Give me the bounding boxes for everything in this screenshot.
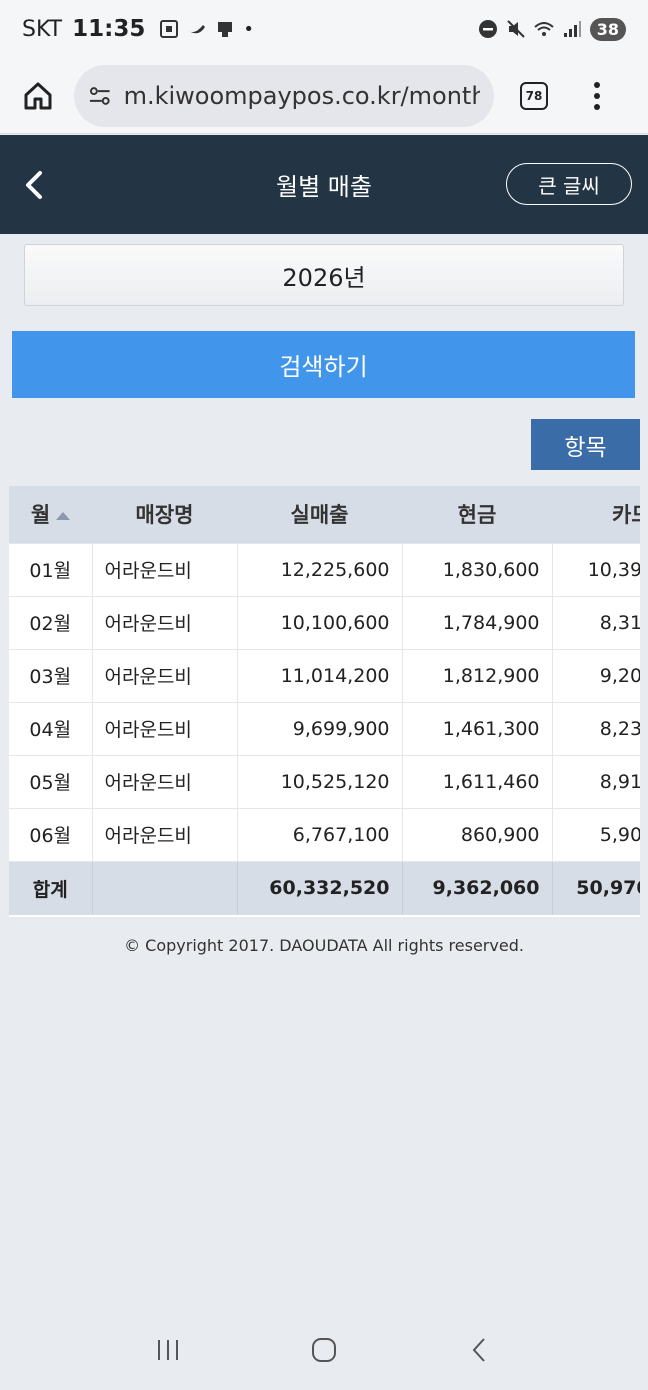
- tab-switcher-button[interactable]: 78: [520, 81, 548, 110]
- column-header-cash[interactable]: 현금: [402, 486, 552, 543]
- column-header-sales[interactable]: 실매출: [237, 486, 402, 543]
- sales-cell: 9,699,900: [237, 701, 403, 755]
- dot-icon: [594, 103, 600, 110]
- cash-cell: 1,784,900: [402, 595, 553, 649]
- clock: 11:35: [72, 16, 146, 42]
- table-row[interactable]: 06월 어라운드비 6,767,100 860,900 5,906,200: [9, 807, 640, 861]
- column-header-month[interactable]: 월: [9, 486, 92, 543]
- month-cell: 04월: [9, 701, 93, 755]
- url-text: m.kiwoompaypos.co.kr/month: [123, 81, 480, 110]
- table-row[interactable]: 02월 어라운드비 10,100,600 1,784,900 8,315,700: [9, 595, 640, 649]
- copyright-text: © Copyright 2017. DAOUDATA All rights re…: [124, 936, 524, 955]
- screenshot-icon: [160, 20, 179, 38]
- app-header: 월별 매출 큰 글씨: [0, 135, 648, 234]
- card-cell: 8,913,660: [552, 754, 640, 808]
- store-cell: 어라운드비: [92, 807, 238, 861]
- column-header-card[interactable]: 카드: [552, 486, 640, 543]
- sales-cell: 10,100,600: [237, 595, 403, 649]
- bird-icon: [189, 25, 206, 34]
- sales-cell: 11,014,200: [237, 648, 403, 702]
- total-sales-cell: 60,332,520: [237, 860, 403, 915]
- search-button[interactable]: 검색하기: [12, 331, 635, 398]
- cash-cell: 1,830,600: [402, 542, 553, 596]
- dot-icon: [594, 92, 600, 99]
- recent-apps-icon[interactable]: [153, 1335, 183, 1365]
- wifi-icon: [534, 22, 554, 36]
- store-cell: 어라운드비: [92, 542, 238, 596]
- home-icon: [24, 82, 52, 109]
- home-button[interactable]: [18, 76, 58, 116]
- store-cell: 어라운드비: [92, 754, 238, 808]
- card-cell: 8,238,600: [552, 701, 640, 755]
- cash-cell: 1,812,900: [402, 648, 553, 702]
- carrier-label: SKT: [22, 16, 63, 42]
- card-cell: 8,315,700: [552, 595, 640, 649]
- month-cell: 02월: [9, 595, 93, 649]
- sales-cell: 12,225,600: [237, 542, 403, 596]
- back-button[interactable]: [20, 165, 50, 205]
- column-header-store[interactable]: 매장명: [92, 486, 237, 543]
- dot-icon: [594, 81, 600, 88]
- dnd-icon: [478, 20, 497, 38]
- signal-icon: [563, 21, 581, 37]
- total-label: 합계: [9, 860, 93, 915]
- sales-cell: 6,767,100: [237, 807, 403, 861]
- home-nav-icon[interactable]: [309, 1335, 339, 1365]
- system-nav-bar: [0, 1310, 648, 1390]
- back-nav-icon[interactable]: [465, 1335, 495, 1365]
- mute-icon: [507, 20, 525, 38]
- table-row[interactable]: 04월 어라운드비 9,699,900 1,461,300 8,238,600: [9, 701, 640, 755]
- site-settings-icon: [89, 86, 110, 105]
- month-cell: 05월: [9, 754, 93, 808]
- sort-ascending-icon: [56, 512, 71, 521]
- cash-cell: 1,461,300: [402, 701, 553, 755]
- store-cell: 어라운드비: [92, 595, 238, 649]
- store-cell: 어라운드비: [92, 701, 238, 755]
- total-cash-cell: 9,362,060: [402, 860, 553, 915]
- chevron-left-icon: [26, 171, 42, 199]
- page-title: 월별 매출: [276, 173, 372, 201]
- table-header-row: 월 매장명 실매출 현금 카드: [9, 486, 640, 543]
- month-cell: 01월: [9, 542, 93, 596]
- big-font-button[interactable]: 큰 글씨: [506, 163, 632, 205]
- browser-menu-button[interactable]: [594, 81, 600, 110]
- year-select[interactable]: 2026년: [24, 244, 624, 306]
- month-cell: 03월: [9, 648, 93, 702]
- table-total-row: 합계 60,332,520 9,362,060 50,970,460: [9, 860, 640, 915]
- sales-table[interactable]: 월 매장명 실매출 현금 카드 01월 어라운드비 12,225,600 1,8…: [9, 486, 640, 917]
- total-store-cell: [92, 860, 238, 915]
- table-row[interactable]: 03월 어라운드비 11,014,200 1,812,900 9,201,300: [9, 648, 640, 702]
- card-cell: 5,906,200: [552, 807, 640, 861]
- card-cell: 10,395,000: [552, 542, 640, 596]
- cast-icon: [218, 22, 233, 37]
- store-cell: 어라운드비: [92, 648, 238, 702]
- address-bar[interactable]: m.kiwoompaypos.co.kr/month: [74, 64, 494, 127]
- browser-toolbar: m.kiwoompaypos.co.kr/month 78: [0, 58, 648, 134]
- card-cell: 9,201,300: [552, 648, 640, 702]
- cash-cell: 860,900: [402, 807, 553, 861]
- cash-cell: 1,611,460: [402, 754, 553, 808]
- table-row[interactable]: 01월 어라운드비 12,225,600 1,830,600 10,395,00…: [9, 542, 640, 596]
- status-bar: SKT 11:35 • 38: [0, 0, 648, 58]
- battery-indicator: 38: [589, 17, 626, 41]
- month-cell: 06월: [9, 807, 93, 861]
- total-card-cell: 50,970,460: [552, 860, 640, 915]
- sales-cell: 10,525,120: [237, 754, 403, 808]
- columns-button[interactable]: 항목: [531, 419, 640, 470]
- dot-icon: •: [243, 18, 254, 40]
- table-row[interactable]: 05월 어라운드비 10,525,120 1,611,460 8,913,660: [9, 754, 640, 808]
